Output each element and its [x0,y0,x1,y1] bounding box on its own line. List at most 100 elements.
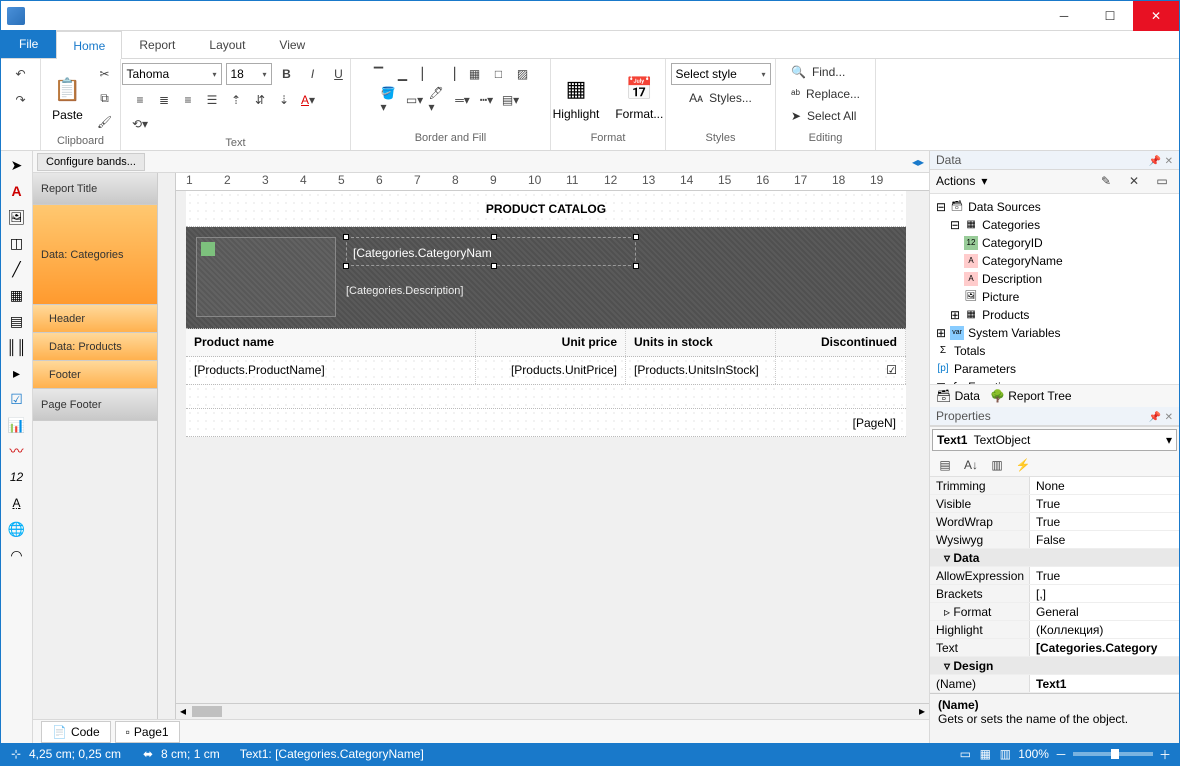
expand-icon[interactable]: ⊞ [950,306,960,324]
close-panel-icon[interactable]: ✕ [1165,412,1173,423]
cell-style-button[interactable]: ▤▾ [500,89,522,111]
style-select-combo[interactable]: Select style▾ [671,63,771,85]
border-style-button[interactable]: ┅▾ [476,89,498,111]
italic-button[interactable]: I [302,63,324,85]
band-footer[interactable]: Footer [33,361,157,389]
border-none-button[interactable]: □ [488,63,510,85]
expand-icon[interactable]: ⊟ [950,216,960,234]
border-right-button[interactable]: ▕ [440,63,462,85]
underline-button[interactable]: U [328,63,350,85]
prop-value[interactable]: True [1030,495,1179,512]
highlight-button[interactable]: ▦Highlight [547,69,606,125]
maximize-button[interactable]: ☐ [1087,1,1133,31]
picture-object[interactable] [196,237,336,317]
tree-totals[interactable]: Totals [954,342,985,360]
align-bottom-button[interactable]: ⇣ [273,89,295,111]
pointer-tool[interactable]: ➤ [7,155,27,175]
prop-category[interactable]: Data [953,551,979,565]
font-family-combo[interactable]: Tahoma▾ [122,63,222,85]
shape-tool[interactable]: ◫ [7,233,27,253]
prop-value[interactable]: True [1030,567,1179,584]
font-color-button[interactable]: A▾ [297,89,319,111]
horizontal-scrollbar[interactable]: ◂▸ [176,703,929,719]
cut-button[interactable]: ✂ [94,63,116,85]
align-left-button[interactable]: ≡ [129,89,151,111]
alphabetical-button[interactable]: A↓ [960,454,982,476]
data-band[interactable]: [Products.ProductName] [Products.UnitPri… [186,357,906,385]
prop-value[interactable]: [,] [1030,585,1179,602]
band-report-title[interactable]: Report Title [33,173,157,205]
footer-band[interactable] [186,385,906,409]
band-data-categories[interactable]: Data: Categories [33,205,157,305]
events-button[interactable]: ⚡ [1012,454,1034,476]
redo-button[interactable]: ↷ [10,89,32,111]
prop-value[interactable]: Text1 [1030,675,1179,692]
prop-category[interactable]: Design [953,659,993,673]
map-tool[interactable]: 🌐 [7,519,27,539]
border-props-button[interactable]: ▭▾ [404,89,426,111]
close-button[interactable]: ✕ [1133,1,1179,31]
paste-button[interactable]: 📋 Paste [46,70,90,126]
data-tree[interactable]: ⊟🗃Data Sources ⊟▦Categories 12CategoryID… [930,194,1179,384]
prop-value[interactable]: (Коллекция) [1030,621,1179,638]
cell-discontinued[interactable]: ☑ [776,357,906,384]
table-tool[interactable]: ▦ [7,285,27,305]
page-footer-band[interactable]: [PageN] [186,409,906,437]
cell-units-stock[interactable]: [Products.UnitsInStock] [626,357,776,384]
expand-icon[interactable]: ⊞ [936,324,946,342]
picture-tool[interactable]: 🖼 [7,207,27,227]
page1-tab[interactable]: ▫Page1 [115,721,180,743]
celltext-tool[interactable]: Ạ [7,493,27,513]
actions-dropdown[interactable]: Actions [936,174,975,188]
band-page-footer[interactable]: Page Footer [33,389,157,421]
chart-tool[interactable]: 📊 [7,415,27,435]
cell-unit-price[interactable]: [Products.UnitPrice] [476,357,626,384]
checkbox-tool[interactable]: ☑ [7,389,27,409]
object-selector[interactable]: Text1 TextObject▾ [932,429,1177,451]
zoom-out-button[interactable]: － [1055,746,1067,763]
align-center-button[interactable]: ≣ [153,89,175,111]
tree-sysvars[interactable]: System Variables [968,324,1060,342]
richtext-tool[interactable]: 12 [7,467,27,487]
text-tool[interactable]: A [7,181,27,201]
border-all-button[interactable]: ▦ [464,63,486,85]
border-width-button[interactable]: ═▾ [452,89,474,111]
data-tab[interactable]: 🗃 Data [936,389,980,403]
header-band[interactable]: Product name Unit price Units in stock D… [186,329,906,357]
category-desc-text[interactable]: [Categories.Description] [346,285,463,297]
tab-layout[interactable]: Layout [192,30,262,58]
format-button[interactable]: 📅Format... [609,69,669,125]
prop-value[interactable]: True [1030,513,1179,530]
line-tool[interactable]: ╱ [7,259,27,279]
minimize-button[interactable]: ─ [1041,1,1087,31]
zoom-slider[interactable] [1073,752,1153,756]
prop-value[interactable]: [Categories.Category [1030,639,1179,656]
code-tab[interactable]: 📄Code [41,721,111,743]
tree-field[interactable]: CategoryID [982,234,1043,252]
view-mode-icon[interactable]: ▥ [998,747,1012,761]
matrix-tool[interactable]: ▤ [7,311,27,331]
tree-field[interactable]: Picture [982,288,1019,306]
collapse-left-icon[interactable]: ◂▸ [907,151,929,173]
border-left-button[interactable]: ▏ [416,63,438,85]
align-top-button[interactable]: ⇡ [225,89,247,111]
align-middle-button[interactable]: ⇵ [249,89,271,111]
prop-value[interactable]: General [1030,603,1179,620]
barcode-tool[interactable]: ║║ [7,337,27,357]
view-mode-icon[interactable]: ▦ [978,747,992,761]
report-tree-tab[interactable]: 🌳 Report Tree [990,389,1072,403]
report-title-band[interactable]: PRODUCT CATALOG [186,191,906,227]
prop-value[interactable]: False [1030,531,1179,548]
prop-page-button[interactable]: ▥ [986,454,1008,476]
border-shadow-button[interactable]: ▨ [512,63,534,85]
band-data-products[interactable]: Data: Products [33,333,157,361]
close-panel-icon[interactable]: ✕ [1165,156,1173,167]
tab-home[interactable]: Home [56,31,122,59]
text-rotation-button[interactable]: ⟲▾ [129,113,151,135]
tree-params[interactable]: Parameters [954,360,1016,378]
edit-icon[interactable]: ✎ [1095,170,1117,192]
undo-button[interactable]: ↶ [10,63,32,85]
configure-bands-button[interactable]: Configure bands... [37,153,145,171]
select-all-button[interactable]: ➤Select All [787,107,860,125]
expand-icon[interactable]: ⊟ [936,198,946,216]
